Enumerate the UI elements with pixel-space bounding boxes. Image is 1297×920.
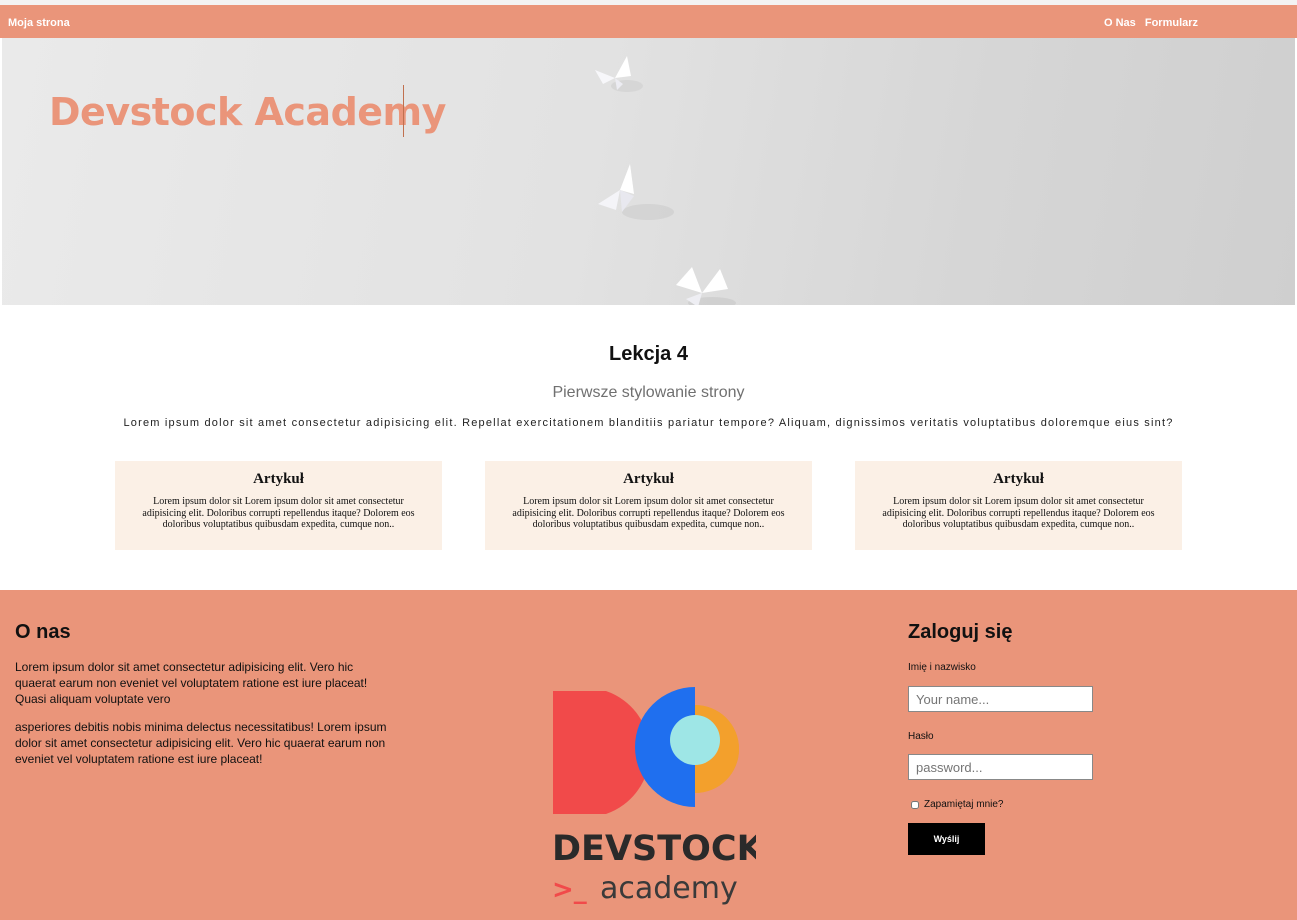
name-label: Imię i nazwisko (908, 662, 976, 673)
article-text: Lorem ipsum dolor sit Lorem ipsum dolor … (142, 496, 415, 530)
brand-link[interactable]: Moja strona (8, 17, 70, 29)
text-caret (403, 85, 404, 137)
butterfly-image (595, 56, 643, 92)
remember-checkbox[interactable] (911, 800, 919, 809)
logo-word-devstock: DEVSTOCK (552, 829, 756, 869)
devstock-ds-logo-icon (553, 687, 739, 814)
about-paragraph: Lorem ipsum dolor sit amet consectetur a… (15, 660, 368, 706)
article-text: Lorem ipsum dolor sit Lorem ipsum dolor … (512, 496, 785, 530)
submit-button[interactable]: Wyślij (908, 823, 985, 855)
section-title: Lekcja 4 (609, 343, 688, 365)
section-paragraph: Lorem ipsum dolor sit amet consectetur a… (123, 417, 1174, 429)
password-label: Hasło (908, 731, 934, 742)
article-card: Artykuł Lorem ipsum dolor sit Lorem ipsu… (855, 461, 1182, 550)
hero-banner: Devstock Academy (2, 38, 1295, 305)
remember-me[interactable]: Zapamiętaj mnie? (909, 799, 1003, 810)
article-card: Artykuł Lorem ipsum dolor sit Lorem ipsu… (115, 461, 442, 550)
navbar: Moja strona O Nas Formularz (0, 5, 1297, 38)
devstock-logo: DEVSTOCK >_ academy (552, 687, 756, 906)
article-title: Artykuł (253, 471, 304, 487)
logo-prompt: >_ (552, 875, 587, 905)
nav-link-o-nas[interactable]: O Nas (1104, 17, 1136, 29)
nav-links: O Nas Formularz (1104, 17, 1204, 29)
about-paragraph: asperiores debitis nobis minima delectus… (15, 720, 387, 766)
nav-link-formularz[interactable]: Formularz (1145, 17, 1198, 29)
remember-label: Zapamiętaj mnie? (924, 799, 1004, 810)
password-input[interactable] (908, 754, 1093, 780)
hero-title: Devstock Academy (49, 90, 446, 134)
article-title: Artykuł (623, 471, 674, 487)
butterfly-image (676, 267, 736, 305)
logo-word-academy: academy (600, 871, 738, 906)
about-title: O nas (15, 621, 71, 643)
name-input[interactable] (908, 686, 1093, 712)
article-title: Artykuł (993, 471, 1044, 487)
butterfly-image (598, 164, 674, 220)
article-text: Lorem ipsum dolor sit Lorem ipsum dolor … (882, 496, 1155, 530)
footer: O nas Lorem ipsum dolor sit amet consect… (0, 590, 1297, 920)
section-subtitle: Pierwsze stylowanie strony (552, 384, 745, 401)
login-title: Zaloguj się (908, 621, 1013, 643)
article-card: Artykuł Lorem ipsum dolor sit Lorem ipsu… (485, 461, 812, 550)
